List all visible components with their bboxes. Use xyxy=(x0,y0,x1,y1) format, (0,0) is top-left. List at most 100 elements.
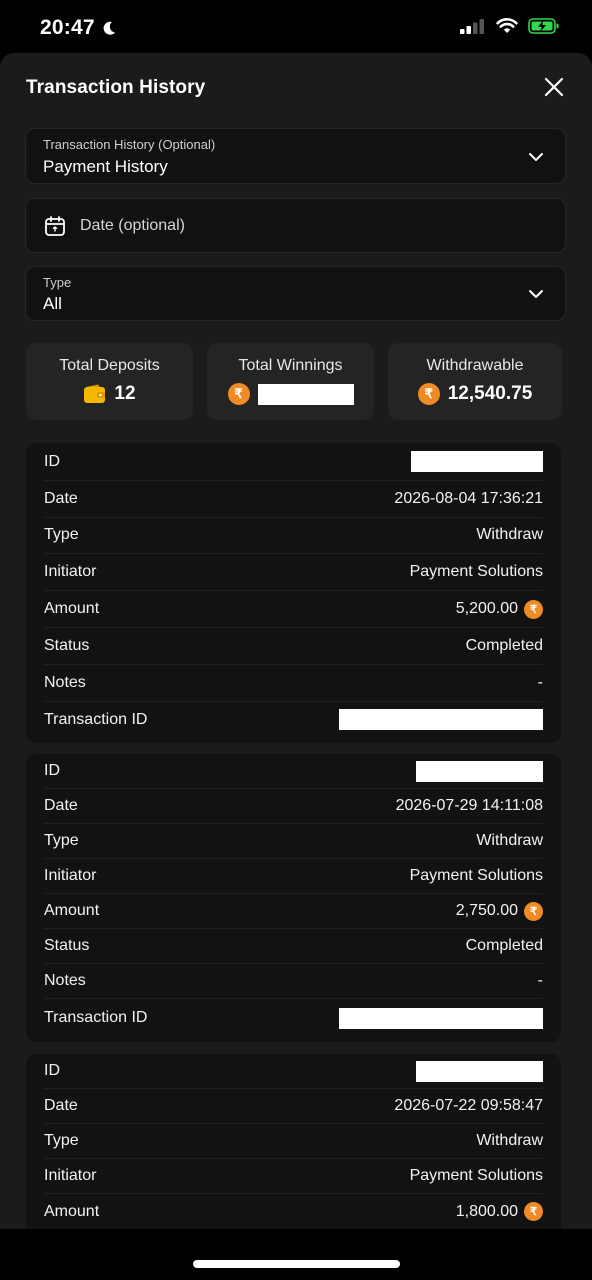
rupee-coin-icon: ₹ xyxy=(524,901,543,921)
amount-value: 2,750.00 xyxy=(455,902,518,919)
status-time: 20:47 xyxy=(40,16,95,39)
row-amount: Amount 2,750.00 ₹ xyxy=(44,894,543,929)
row-transaction-id: Transaction ID xyxy=(44,702,543,739)
status-icons xyxy=(460,18,560,34)
row-status: Status Completed xyxy=(44,628,543,665)
date-label: Date xyxy=(44,797,78,814)
initiator-label: Initiator xyxy=(44,563,97,581)
id-label: ID xyxy=(44,1062,60,1079)
total-winnings-label: Total Winnings xyxy=(238,357,343,374)
status-value: Completed xyxy=(465,937,543,954)
row-notes: Notes - xyxy=(44,964,543,999)
calendar-icon xyxy=(45,216,65,236)
row-id: ID xyxy=(44,754,543,789)
withdrawable-card: Withdrawable ₹ 12,540.75 xyxy=(388,343,562,420)
page-title: Transaction History xyxy=(26,77,206,98)
row-status: Status Completed xyxy=(44,929,543,964)
date-placeholder: Date (optional) xyxy=(80,217,185,234)
close-icon[interactable] xyxy=(542,75,566,99)
initiator-value: Payment Solutions xyxy=(409,867,543,884)
row-date: Date 2026-07-22 09:58:47 xyxy=(44,1089,543,1124)
rupee-coin-icon: ₹ xyxy=(417,383,440,405)
type-value: Withdraw xyxy=(476,526,543,544)
stats-row: Total Deposits 12 Total Winnings ₹ Withd… xyxy=(26,343,562,420)
total-deposits-value-group: 12 xyxy=(26,383,193,405)
amount-value-group: 1,800.00 ₹ xyxy=(456,1202,543,1221)
transaction-card: ID Date 2026-07-29 14:11:08 Type Withdra… xyxy=(26,754,561,1042)
date-input[interactable]: Date (optional) xyxy=(25,198,566,253)
row-initiator: Initiator Payment Solutions xyxy=(44,859,543,894)
date-value: 2026-07-22 09:58:47 xyxy=(394,1097,543,1114)
row-type: Type Withdraw xyxy=(44,824,543,859)
home-indicator[interactable] xyxy=(193,1260,400,1268)
total-deposits-card: Total Deposits 12 xyxy=(26,343,193,420)
withdrawable-value: 12,540.75 xyxy=(447,383,533,404)
rupee-coin-icon: ₹ xyxy=(524,599,543,619)
type-value: Withdraw xyxy=(476,1132,543,1149)
rupee-coin-icon: ₹ xyxy=(227,383,250,405)
row-notes: Notes - xyxy=(44,665,543,702)
date-label: Date xyxy=(44,1097,78,1114)
transaction-id-label: Transaction ID xyxy=(44,710,148,728)
total-deposits-label: Total Deposits xyxy=(59,357,160,374)
chevron-down-icon xyxy=(529,290,543,298)
id-value-redacted xyxy=(416,760,543,782)
status-label: Status xyxy=(44,937,90,954)
amount-value-group: 5,200.00 ₹ xyxy=(455,599,543,619)
row-date: Date 2026-07-29 14:11:08 xyxy=(44,789,543,824)
id-label: ID xyxy=(44,452,60,470)
total-winnings-card: Total Winnings ₹ xyxy=(207,343,374,420)
amount-value: 5,200.00 xyxy=(455,600,518,618)
transaction-id-value-redacted xyxy=(339,709,543,731)
status-value: Completed xyxy=(465,636,543,654)
type-value: Withdraw xyxy=(476,832,543,849)
rupee-coin-icon: ₹ xyxy=(524,1202,543,1221)
row-amount: Amount 5,200.00 ₹ xyxy=(44,591,543,628)
type-select-value: All xyxy=(43,294,62,313)
total-winnings-value-redacted xyxy=(257,383,354,405)
row-type: Type Withdraw xyxy=(44,1124,543,1159)
withdrawable-label: Withdrawable xyxy=(426,357,524,374)
initiator-value: Payment Solutions xyxy=(409,1167,543,1184)
battery-charging-icon xyxy=(528,18,559,34)
chevron-down-icon xyxy=(529,153,543,161)
row-amount: Amount 1,800.00 ₹ xyxy=(44,1194,543,1229)
withdrawable-value-group: ₹ 12,540.75 xyxy=(388,383,562,405)
type-select[interactable]: Type All xyxy=(25,266,566,321)
amount-value-group: 2,750.00 ₹ xyxy=(455,901,543,921)
status-time-group: 20:47 xyxy=(40,16,117,40)
amount-label: Amount xyxy=(44,1202,100,1220)
transaction-id-value-redacted xyxy=(339,1007,543,1029)
notes-label: Notes xyxy=(44,972,86,989)
amount-label: Amount xyxy=(44,600,100,618)
type-label: Type xyxy=(44,1132,79,1149)
moon-icon xyxy=(103,21,115,35)
initiator-label: Initiator xyxy=(44,867,97,884)
type-select-label: Type xyxy=(43,275,72,290)
id-label: ID xyxy=(44,762,60,779)
wallet-icon xyxy=(84,384,106,403)
total-deposits-value: 12 xyxy=(114,383,136,404)
row-id: ID xyxy=(44,444,543,481)
type-label: Type xyxy=(44,526,79,544)
history-select-label: Transaction History (Optional) xyxy=(43,137,216,152)
initiator-value: Payment Solutions xyxy=(409,563,543,581)
id-value-redacted xyxy=(411,451,543,473)
status-bar: 20:47 xyxy=(0,0,592,56)
transaction-card: ID Date 2026-07-22 09:58:47 Type Withdra… xyxy=(26,1054,561,1229)
date-label: Date xyxy=(44,489,78,507)
row-type: Type Withdraw xyxy=(44,518,543,555)
transaction-history-sheet: Transaction History Transaction History … xyxy=(0,53,592,1229)
row-initiator: Initiator Payment Solutions xyxy=(44,554,543,592)
sheet-header: Transaction History xyxy=(26,77,566,101)
initiator-label: Initiator xyxy=(44,1167,97,1184)
transaction-card: ID Date 2026-08-04 17:36:21 Type Withdra… xyxy=(26,443,561,743)
wifi-icon xyxy=(496,18,518,33)
total-winnings-value-group: ₹ xyxy=(207,383,374,405)
row-initiator: Initiator Payment Solutions xyxy=(44,1159,543,1194)
row-id: ID xyxy=(44,1054,543,1089)
history-type-select[interactable]: Transaction History (Optional) Payment H… xyxy=(25,128,566,184)
row-date: Date 2026-08-04 17:36:21 xyxy=(44,481,543,518)
amount-label: Amount xyxy=(44,902,100,919)
id-value-redacted xyxy=(416,1060,543,1082)
